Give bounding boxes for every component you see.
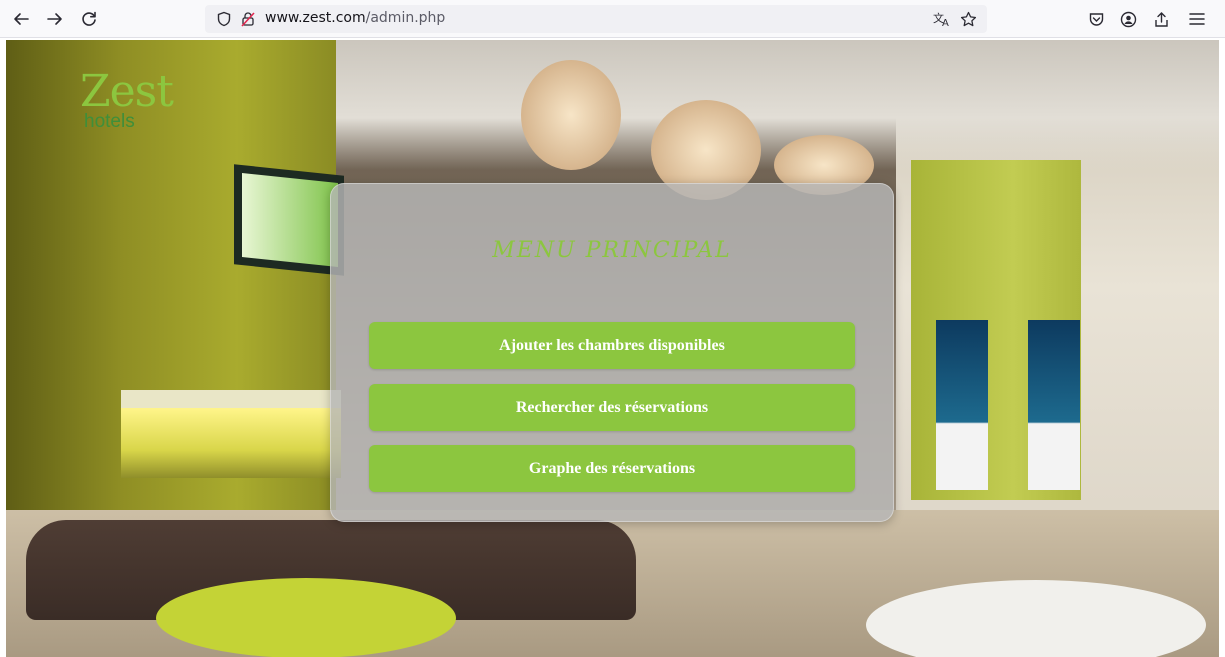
url-bar[interactable]: www.zest.com/admin.php 文A [205,5,987,33]
background-pendant-lamp [521,60,621,170]
url-path: /admin.php [365,10,446,26]
shield-icon[interactable] [211,6,237,32]
background-ceiling [336,40,1219,170]
background-banner [936,320,988,490]
reload-icon[interactable] [76,6,102,32]
search-reservations-button[interactable]: Rechercher des réservations [369,384,855,431]
insecure-lock-icon[interactable] [235,6,261,32]
browser-toolbar: www.zest.com/admin.php 文A [0,0,1225,38]
back-arrow-icon[interactable] [8,6,34,32]
share-icon[interactable] [1148,6,1174,32]
background-banner [1028,320,1080,490]
page-viewport: Zest hotels MENU PRINCIPAL Ajouter les c… [6,40,1219,657]
pocket-icon[interactable] [1083,6,1109,32]
add-rooms-button[interactable]: Ajouter les chambres disponibles [369,322,855,369]
background-counter [121,390,341,408]
star-icon[interactable] [955,6,981,32]
zest-hotels-logo: Zest hotels [78,70,174,150]
logo-subtitle: hotels [84,111,135,132]
menu-title: MENU PRINCIPAL [492,238,732,263]
reservations-chart-button[interactable]: Graphe des réservations [369,445,855,492]
background-tv-screen [242,172,338,268]
translate-icon[interactable]: 文A [929,6,955,32]
background-counter-light [121,408,341,478]
hamburger-menu-icon[interactable] [1184,6,1210,32]
main-menu-panel: MENU PRINCIPAL Ajouter les chambres disp… [330,183,894,522]
account-icon[interactable] [1115,6,1141,32]
svg-text:A: A [942,18,949,27]
url-text[interactable]: www.zest.com/admin.php [265,10,445,26]
url-host: www.zest.com [265,10,366,26]
logo-word: Zest [80,66,174,117]
background-table [156,578,456,657]
forward-arrow-icon[interactable] [42,6,68,32]
